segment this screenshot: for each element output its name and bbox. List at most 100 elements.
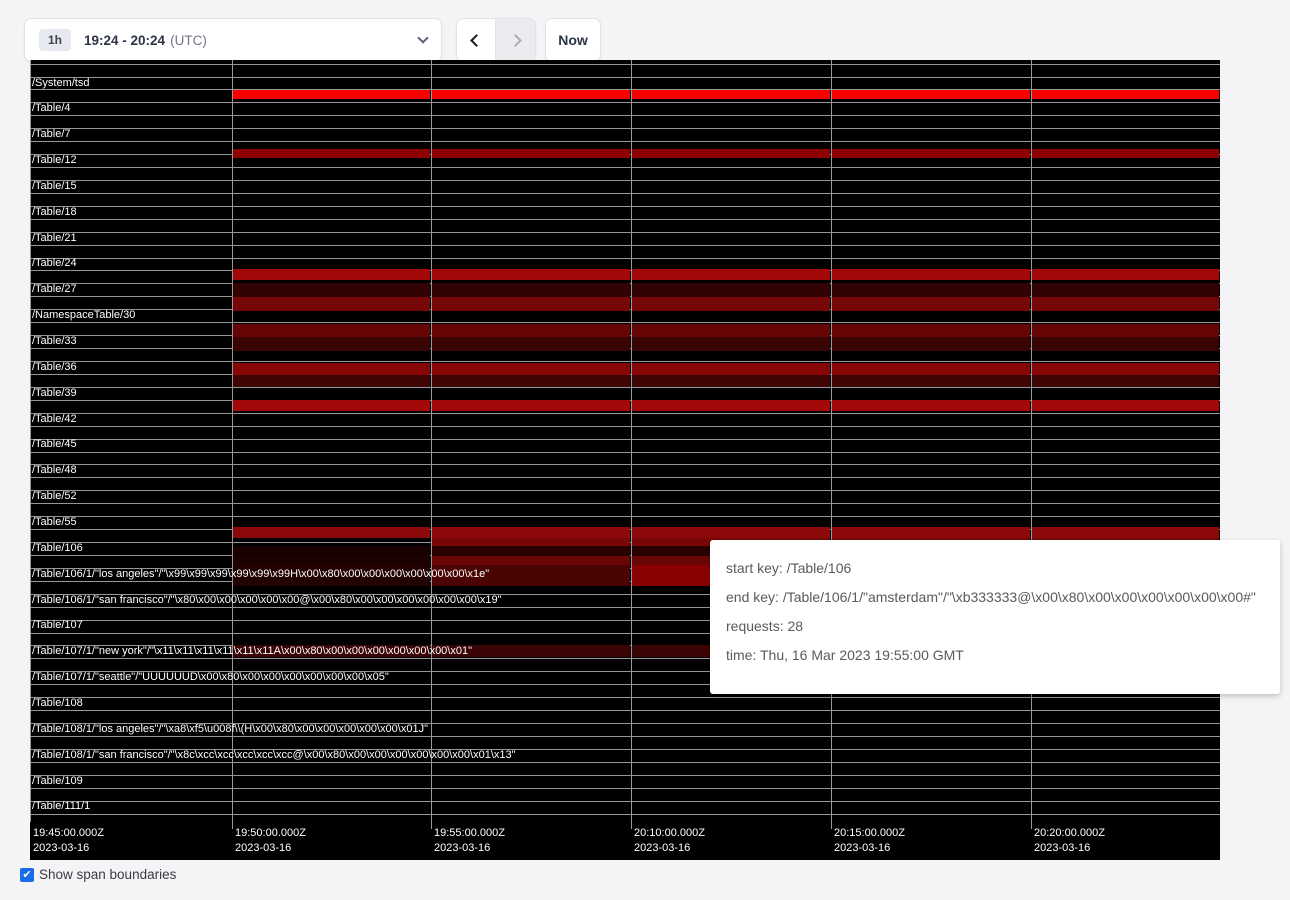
hot-range-bar[interactable] [432,546,630,556]
hot-range-bar[interactable] [1032,269,1219,280]
hot-range-bar[interactable] [632,400,830,411]
hot-range-bar[interactable] [632,337,830,351]
span-boundary-line [30,736,1220,737]
hot-range-bar[interactable] [632,90,830,99]
now-button[interactable]: Now [545,18,601,62]
hot-range-bar[interactable] [233,90,430,99]
span-key-label: /Table/45 [32,438,77,451]
hot-range-bar[interactable] [632,283,830,297]
hot-range-bar[interactable] [832,324,1030,337]
hot-range-bar[interactable] [432,375,630,387]
span-key-label: /Table/108/1/"los angeles"/"\xa8\xf5\u00… [32,723,428,736]
hot-range-bar[interactable] [632,269,830,280]
span-boundary-line [30,413,1220,414]
heatmap-area[interactable]: /System/tsd/Table/4/Table/7/Table/12/Tab… [30,60,1220,822]
span-boundary-line [30,814,1220,815]
hot-range-bar[interactable] [632,149,830,158]
hot-range-bar[interactable] [832,269,1030,280]
show-span-boundaries-checkbox[interactable]: ✔ [20,868,34,882]
hot-range-bar[interactable] [233,527,430,538]
hot-range-bar[interactable] [1032,337,1219,351]
hot-range-bar[interactable] [632,527,830,538]
span-boundary-line [30,426,1220,427]
hot-range-bar[interactable] [233,283,430,297]
axis-tick-time: 19:45:00.000Z [33,827,104,839]
hot-range-bar[interactable] [832,283,1030,297]
time-range-picker[interactable]: 1h 19:24 - 20:24 (UTC) [24,18,442,62]
hot-range-bar[interactable] [1032,375,1219,387]
span-boundary-line [30,258,1220,259]
span-boundary-line [30,232,1220,233]
span-key-label: /Table/27 [32,283,77,296]
timezone-label: (UTC) [170,33,207,48]
hot-range-bar[interactable] [1032,297,1219,311]
hot-range-bar[interactable] [432,324,630,337]
span-key-label: /Table/24 [32,257,77,270]
hot-range-bar[interactable] [1032,363,1219,375]
hot-range-bar[interactable] [432,283,630,297]
time-gridline [631,60,632,822]
hot-range-bar[interactable] [832,149,1030,158]
hot-range-bar[interactable] [832,337,1030,351]
span-boundary-line [30,167,1220,168]
axis-tick-mark [1031,822,1032,829]
hot-range-bar[interactable] [233,546,430,556]
hot-range-bar[interactable] [432,297,630,311]
hot-range-bar[interactable] [1032,400,1219,411]
span-boundary-line [30,206,1220,207]
span-key-label: /System/tsd [32,77,89,90]
hot-range-bar[interactable] [832,400,1030,411]
time-gridline [431,60,432,822]
hot-range-bar[interactable] [832,297,1030,311]
span-boundary-line [30,801,1220,802]
tooltip-end-key: end key: /Table/106/1/"amsterdam"/"\xb33… [726,589,1264,605]
hot-range-bar[interactable] [233,363,430,375]
hot-range-bar[interactable] [832,375,1030,387]
hot-range-bar[interactable] [432,90,630,99]
hot-range-bar[interactable] [233,400,430,411]
span-boundary-line [30,788,1220,789]
hot-range-bar[interactable] [632,324,830,337]
hot-range-bar[interactable] [233,149,430,158]
hot-range-bar[interactable] [1032,149,1219,158]
hot-range-bar[interactable] [432,363,630,375]
time-gridline [1031,60,1032,822]
hot-range-bar[interactable] [632,297,830,311]
span-boundary-line [30,710,1220,711]
prev-time-button[interactable] [456,18,496,62]
hot-range-bar[interactable] [233,297,430,311]
hot-range-bar[interactable] [432,149,630,158]
span-key-label: /Table/52 [32,490,77,503]
hot-range-bar[interactable] [1032,324,1219,337]
hot-range-bar[interactable] [432,337,630,351]
next-time-button[interactable] [496,18,536,62]
hot-range-bar[interactable] [632,375,830,387]
span-boundary-line [30,180,1220,181]
hot-range-bar[interactable] [832,90,1030,99]
hot-range-bar[interactable] [432,556,630,565]
time-nav-group [456,18,536,62]
hot-range-bar[interactable] [1032,283,1219,297]
hot-range-bar[interactable] [233,375,430,387]
key-visualizer-canvas[interactable]: /System/tsd/Table/4/Table/7/Table/12/Tab… [30,60,1220,860]
hot-range-bar[interactable] [1032,90,1219,99]
hot-range-bar[interactable] [432,269,630,280]
hot-range-bar[interactable] [432,400,630,411]
hot-range-bar[interactable] [1032,527,1219,538]
hot-range-bar[interactable] [233,269,430,280]
span-boundary-line [30,477,1220,478]
hot-range-bar[interactable] [432,538,630,546]
hot-range-bar[interactable] [632,363,830,375]
axis-tick-time: 19:50:00.000Z [235,827,306,839]
tooltip-time: time: Thu, 16 Mar 2023 19:55:00 GMT [726,647,1264,663]
footer-controls: ✔ Show span boundaries [20,867,176,882]
hot-range-bar[interactable] [233,337,430,351]
hover-tooltip: start key: /Table/106 end key: /Table/10… [710,540,1280,694]
hot-range-bar[interactable] [832,363,1030,375]
hot-range-bar[interactable] [832,527,1030,538]
hot-range-bar[interactable] [233,556,430,565]
hot-range-bar[interactable] [233,324,430,337]
hot-range-bar[interactable] [432,527,630,538]
span-boundary-line [30,762,1220,763]
time-axis: 19:45:00.000Z2023-03-1619:50:00.000Z2023… [30,822,1220,860]
